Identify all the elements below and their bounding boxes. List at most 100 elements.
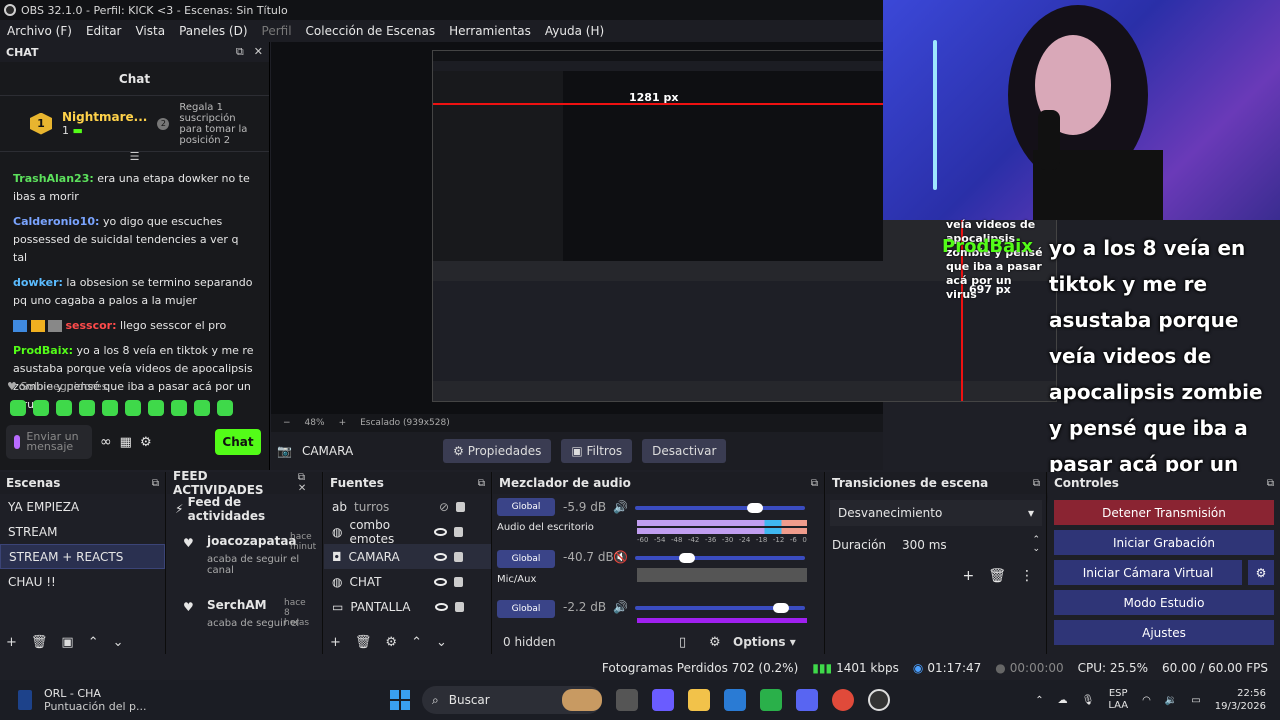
emote-icon[interactable] xyxy=(194,400,210,416)
virtual-camera-button[interactable]: Iniciar Cámara Virtual xyxy=(1054,560,1242,585)
discord-icon[interactable] xyxy=(796,689,818,711)
source-item[interactable]: ◍ combo emotes xyxy=(324,518,491,546)
emote-icon[interactable] xyxy=(56,400,72,416)
trash-icon[interactable]: 🗑 xyxy=(355,635,372,650)
nba-logo-icon[interactable] xyxy=(18,690,32,710)
file-explorer-icon[interactable] xyxy=(688,689,710,711)
global-button[interactable]: Global xyxy=(497,498,555,516)
undock-icon[interactable]: ⧉ xyxy=(298,472,305,483)
menu-ayuda[interactable]: Ayuda (H) xyxy=(538,24,611,38)
global-button[interactable]: Global xyxy=(497,600,555,618)
duration-spinbox[interactable]: 300 ms xyxy=(902,538,1016,552)
gear-icon[interactable]: ⚙ xyxy=(385,635,397,650)
chevron-up-icon[interactable]: ⌃ xyxy=(88,635,99,650)
emote-icon[interactable] xyxy=(10,400,26,416)
cloud-icon[interactable]: ☁ xyxy=(1058,695,1068,706)
deactivate-button[interactable]: Desactivar xyxy=(642,439,727,463)
gear-icon[interactable]: ⚙ xyxy=(709,635,733,650)
chat-input[interactable]: Enviar un mensaje xyxy=(6,425,92,459)
start-recording-button[interactable]: Iniciar Grabación xyxy=(1054,530,1274,555)
close-icon[interactable]: ✕ xyxy=(254,45,263,59)
source-item[interactable]: ab turros ⊘ xyxy=(324,494,491,519)
mic-tray-icon[interactable]: 🎙 xyxy=(1082,695,1095,706)
scroll-down-icon[interactable]: ☰ xyxy=(0,151,269,162)
emote-icon[interactable] xyxy=(171,400,187,416)
menu-vista[interactable]: Vista xyxy=(128,24,172,38)
clock-time[interactable]: 22:56 xyxy=(1215,687,1266,700)
scene-item[interactable]: YA EMPIEZA xyxy=(0,494,165,519)
menu-coleccion[interactable]: Colección de Escenas xyxy=(299,24,443,38)
mic-icon[interactable] xyxy=(14,435,21,449)
menu-perfil[interactable]: Perfil xyxy=(255,24,299,38)
menu-archivo[interactable]: Archivo (F) xyxy=(0,24,79,38)
filter-icon[interactable]: ▣ xyxy=(61,635,73,650)
add-icon[interactable]: + xyxy=(6,635,17,650)
obs-icon[interactable] xyxy=(868,689,890,711)
trash-icon[interactable]: 🗑 xyxy=(31,635,48,650)
zoom-in-icon[interactable]: + xyxy=(339,418,347,428)
widget-title[interactable]: ORL - CHA xyxy=(44,687,147,700)
undock-icon[interactable]: ⧉ xyxy=(152,478,159,489)
store-icon[interactable]: ▦ xyxy=(120,435,132,450)
scene-item[interactable]: STREAM xyxy=(0,519,165,544)
gear-icon[interactable]: ⚙ xyxy=(140,435,152,450)
store-icon[interactable] xyxy=(724,689,746,711)
chevron-up-icon[interactable]: ⌃ xyxy=(1035,695,1043,706)
filters-button[interactable]: ▣ Filtros xyxy=(561,439,633,463)
task-view-icon[interactable] xyxy=(616,689,638,711)
spreadsheet-icon[interactable] xyxy=(760,689,782,711)
options-dropdown[interactable]: Options ▾ xyxy=(733,635,796,649)
transition-select[interactable]: Desvanecimiento ▾ xyxy=(830,500,1042,526)
chevron-down-icon[interactable]: ⌄ xyxy=(436,635,447,650)
emote-picker-icon[interactable]: ∞ xyxy=(100,434,112,450)
start-icon[interactable] xyxy=(390,690,410,710)
emote-icon[interactable] xyxy=(148,400,164,416)
taskbar-search[interactable]: ⌕ Buscar xyxy=(422,686,602,714)
volume-icon[interactable]: 🔉 xyxy=(1165,695,1177,706)
copilot-icon[interactable] xyxy=(652,689,674,711)
undock-icon[interactable]: ⧉ xyxy=(1267,478,1274,489)
chrome-icon[interactable] xyxy=(832,689,854,711)
source-item-selected[interactable]: ◘ CAMARA xyxy=(324,544,491,569)
undock-icon[interactable]: ⧉ xyxy=(811,478,818,489)
trash-icon[interactable]: 🗑 xyxy=(988,568,1006,584)
muted-speaker-icon[interactable]: 🔇 xyxy=(613,550,628,564)
volume-slider[interactable] xyxy=(635,603,805,613)
volume-slider[interactable] xyxy=(635,553,805,563)
send-chat-button[interactable]: Chat xyxy=(215,429,261,455)
scene-item-selected[interactable]: STREAM + REACTS xyxy=(0,544,165,569)
add-icon[interactable]: + xyxy=(330,635,341,650)
emote-icon[interactable] xyxy=(217,400,233,416)
chevron-down-icon[interactable]: ⌄ xyxy=(113,635,124,650)
studio-mode-button[interactable]: Modo Estudio xyxy=(1054,590,1274,615)
battery-icon[interactable]: ▭ xyxy=(1191,695,1200,706)
wifi-icon[interactable]: ◠ xyxy=(1142,695,1151,706)
source-item[interactable]: ▭ PANTALLA xyxy=(324,594,491,619)
emote-icon[interactable] xyxy=(102,400,118,416)
chevron-up-icon[interactable]: ⌃ xyxy=(411,635,422,650)
more-icon[interactable]: ⋮ xyxy=(1020,568,1034,584)
stop-stream-button[interactable]: Detener Transmisión xyxy=(1054,500,1274,525)
properties-button[interactable]: ⚙ Propiedades xyxy=(443,439,552,463)
emote-icon[interactable] xyxy=(125,400,141,416)
menu-editar[interactable]: Editar xyxy=(79,24,129,38)
add-icon[interactable]: + xyxy=(962,568,974,584)
virtual-camera-settings-icon[interactable]: ⚙ xyxy=(1248,560,1274,585)
source-item[interactable]: ◍ CHAT xyxy=(324,569,491,594)
speaker-icon[interactable]: 🔊 xyxy=(613,500,628,514)
language[interactable]: ESP xyxy=(1108,688,1128,700)
volume-slider[interactable] xyxy=(635,503,805,513)
undock-icon[interactable]: ⧉ xyxy=(478,478,485,489)
undock-icon[interactable]: ⧉ xyxy=(236,45,244,59)
emote-icon[interactable] xyxy=(79,400,95,416)
spin-arrows-icon[interactable]: ⌃ ⌄ xyxy=(1032,536,1040,554)
menu-herramientas[interactable]: Herramientas xyxy=(442,24,538,38)
global-button[interactable]: Global xyxy=(497,550,555,568)
scene-item[interactable]: CHAU !! xyxy=(0,569,165,594)
settings-button[interactable]: Ajustes xyxy=(1054,620,1274,645)
undock-icon[interactable]: ⧉ xyxy=(1033,478,1040,489)
speaker-icon[interactable]: 🔊 xyxy=(613,600,628,614)
layout-icon[interactable]: ▯ xyxy=(679,635,709,650)
close-icon[interactable]: ✕ xyxy=(298,483,306,494)
zoom-out-icon[interactable]: − xyxy=(283,418,291,428)
